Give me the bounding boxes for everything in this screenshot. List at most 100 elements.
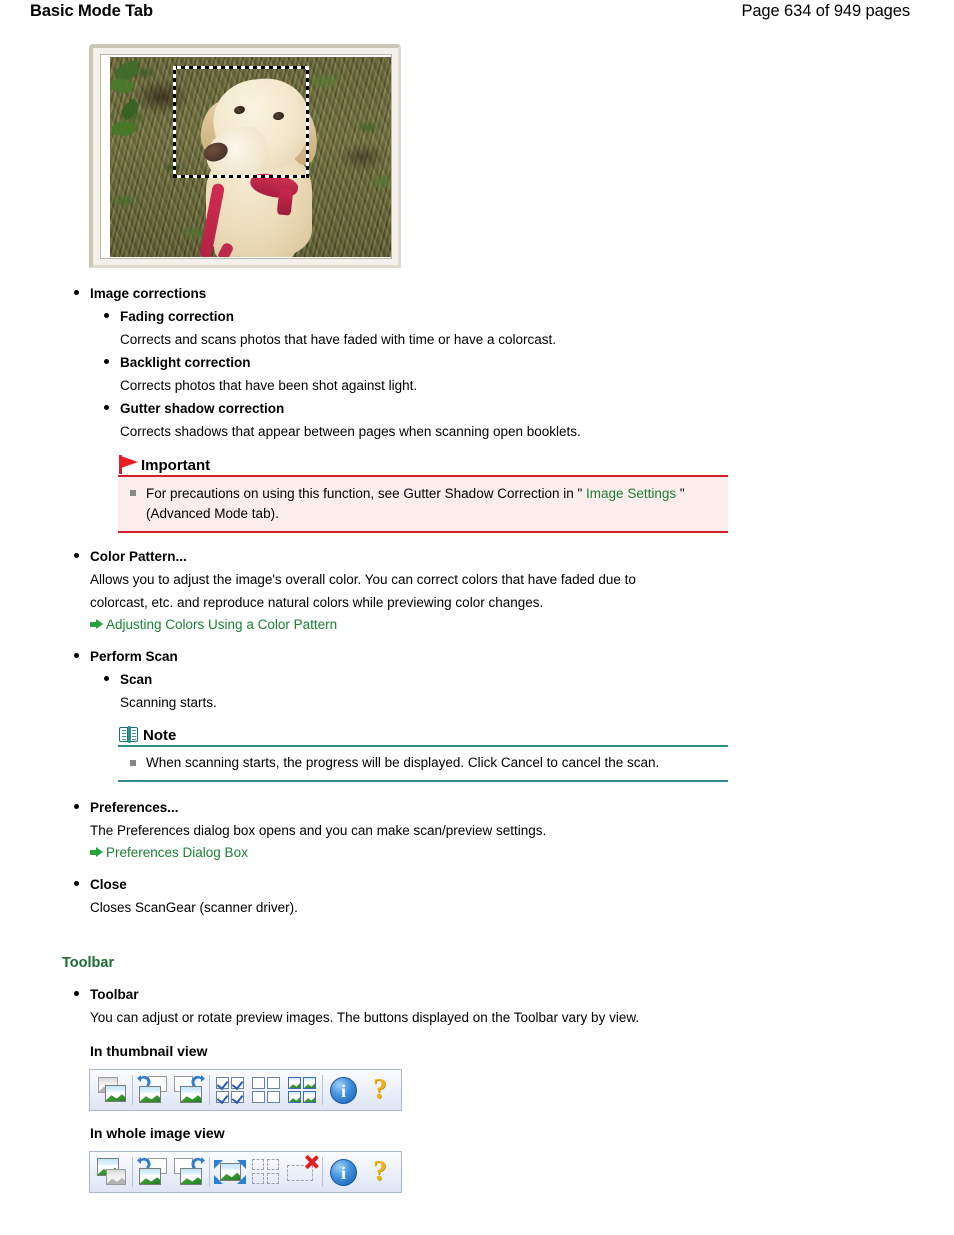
info-icon: i: [330, 1159, 357, 1186]
toolbar-separator: [322, 1157, 323, 1187]
thumbnail-view-toolbar[interactable]: i ?: [89, 1069, 402, 1111]
marquee-edge-bottom: [173, 175, 309, 178]
crop-arrow-icon: [214, 1157, 223, 1172]
image-corrections-list: Image corrections Fading correction Corr…: [0, 282, 954, 443]
list-item-fading-correction: Fading correction Corrects and scans pho…: [102, 305, 954, 351]
crop-arrow-icon: [214, 1172, 223, 1187]
important-callout-title: Important: [141, 457, 211, 474]
clear-image-button[interactable]: [94, 1154, 130, 1190]
desc-preferences: The Preferences dialog box opens and you…: [90, 823, 547, 838]
note-callout: Note When scanning starts, the progress …: [118, 726, 728, 782]
term-color-pattern: Color Pattern...: [90, 549, 187, 564]
list-item-backlight-correction: Backlight correction Corrects photos tha…: [102, 351, 954, 397]
link-preferences-dialog-box[interactable]: Preferences Dialog Box: [90, 842, 248, 863]
term-backlight-correction: Backlight correction: [120, 355, 251, 370]
rotate-right-button[interactable]: [171, 1072, 207, 1108]
crop-selection-marquee[interactable]: [173, 66, 309, 178]
desc-close: Closes ScanGear (scanner driver).: [90, 900, 298, 915]
dog-photo: [110, 57, 391, 257]
term-toolbar: Toolbar: [90, 987, 139, 1002]
dog-collar-tag: [276, 188, 294, 216]
desc-backlight-correction: Corrects photos that have been shot agai…: [120, 378, 418, 393]
rotate-left-button[interactable]: [135, 1154, 171, 1190]
marquee-edge-top: [173, 66, 309, 69]
auto-crop-button[interactable]: [212, 1154, 248, 1190]
page-title: Basic Mode Tab: [30, 2, 153, 20]
important-callout-item: For precautions on using this function, …: [126, 483, 720, 524]
open-book-icon: [118, 726, 140, 744]
remove-crop-frame-button[interactable]: [284, 1154, 320, 1190]
term-preferences: Preferences...: [90, 800, 179, 815]
information-button[interactable]: i: [325, 1154, 361, 1190]
term-close: Close: [90, 877, 127, 892]
note-callout-body: When scanning starts, the progress will …: [118, 745, 728, 782]
help-button[interactable]: ?: [361, 1154, 397, 1190]
color-pattern-list: Color Pattern... Allows you to adjust th…: [0, 545, 954, 635]
crop-arrow-icon: [237, 1157, 246, 1172]
perform-scan-list: Perform Scan Scan Scanning starts.: [0, 645, 954, 714]
image-corrections-sublist: Fading correction Corrects and scans pho…: [90, 305, 954, 443]
preview-canvas: [100, 54, 392, 259]
deselect-all-frames-button[interactable]: [248, 1072, 284, 1108]
list-item-perform-scan: Perform Scan Scan Scanning starts.: [62, 645, 954, 714]
note-callout-item: When scanning starts, the progress will …: [126, 753, 720, 773]
crop-arrow-icon: [237, 1172, 246, 1187]
page-header: Basic Mode Tab Page 634 of 949 pages: [0, 0, 954, 34]
help-button[interactable]: ?: [361, 1072, 397, 1108]
select-all-thumbnails-button[interactable]: [284, 1072, 320, 1108]
close-list: Close Closes ScanGear (scanner driver).: [0, 873, 954, 919]
information-button[interactable]: i: [325, 1072, 361, 1108]
select-all-frames-button[interactable]: [212, 1072, 248, 1108]
red-flag-icon: [118, 455, 140, 474]
help-question-icon: ?: [373, 1074, 387, 1105]
help-question-icon: ?: [373, 1156, 387, 1187]
perform-scan-sublist: Scan Scanning starts.: [90, 668, 954, 714]
marquee-edge-left: [173, 66, 176, 178]
important-callout-body: For precautions on using this function, …: [118, 475, 728, 533]
green-arrow-icon: [90, 847, 103, 858]
term-image-corrections: Image corrections: [90, 286, 207, 301]
scanner-preview-figure: [89, 44, 401, 268]
note-callout-header: Note: [118, 726, 728, 745]
thumbnail-grid-icon: [288, 1077, 316, 1103]
list-item-image-corrections: Image corrections Fading correction Corr…: [62, 282, 954, 443]
desc-toolbar: You can adjust or rotate preview images.…: [90, 1010, 640, 1025]
list-item-toolbar: Toolbar You can adjust or rotate preview…: [62, 983, 954, 1029]
desc-color-pattern-line2: colorcast, etc. and reproduce natural co…: [90, 595, 544, 610]
link-label: Preferences Dialog Box: [106, 845, 248, 860]
toolbar-separator: [322, 1075, 323, 1105]
desc-fading-correction: Corrects and scans photos that have fade…: [120, 332, 556, 347]
document-content: Image corrections Fading correction Corr…: [0, 282, 954, 1193]
link-label: Adjusting Colors Using a Color Pattern: [106, 617, 338, 632]
rotate-right-button[interactable]: [171, 1154, 207, 1190]
page-number-label: Page 634 of 949 pages: [741, 2, 910, 20]
important-callout: Important For precautions on using this …: [118, 455, 728, 533]
link-adjusting-colors-using-a-color-pattern[interactable]: Adjusting Colors Using a Color Pattern: [90, 614, 337, 635]
subheading-in-whole-image-view: In whole image view: [90, 1125, 225, 1141]
red-x-icon: [303, 1154, 319, 1170]
subheading-in-thumbnail-view: In thumbnail view: [90, 1043, 208, 1059]
term-scan: Scan: [120, 672, 153, 687]
toolbar-list: Toolbar You can adjust or rotate preview…: [0, 983, 954, 1029]
link-image-settings[interactable]: Image Settings: [586, 483, 676, 504]
list-item-preferences: Preferences... The Preferences dialog bo…: [62, 796, 954, 863]
whole-image-view-toolbar[interactable]: i ?: [89, 1151, 402, 1193]
term-perform-scan: Perform Scan: [90, 649, 178, 664]
scanner-preview-panel: [89, 44, 401, 268]
multi-crop-button[interactable]: [248, 1154, 284, 1190]
term-fading-correction: Fading correction: [120, 309, 235, 324]
green-arrow-icon: [90, 619, 103, 630]
rotate-left-button[interactable]: [135, 1072, 171, 1108]
toolbar-separator: [132, 1075, 133, 1105]
important-text-before: For precautions on using this function, …: [146, 486, 583, 501]
toolbar-separator: [209, 1075, 210, 1105]
desc-color-pattern-line1: Allows you to adjust the image's overall…: [90, 572, 636, 587]
unchecked-grid-icon: [252, 1077, 280, 1103]
section-heading-toolbar: Toolbar: [62, 955, 115, 971]
clear-image-button[interactable]: [94, 1072, 130, 1108]
list-item-color-pattern: Color Pattern... Allows you to adjust th…: [62, 545, 954, 635]
toolbar-separator: [132, 1157, 133, 1187]
preferences-list: Preferences... The Preferences dialog bo…: [0, 796, 954, 863]
desc-gutter-shadow-correction: Corrects shadows that appear between pag…: [120, 424, 581, 439]
list-item-close: Close Closes ScanGear (scanner driver).: [62, 873, 954, 919]
